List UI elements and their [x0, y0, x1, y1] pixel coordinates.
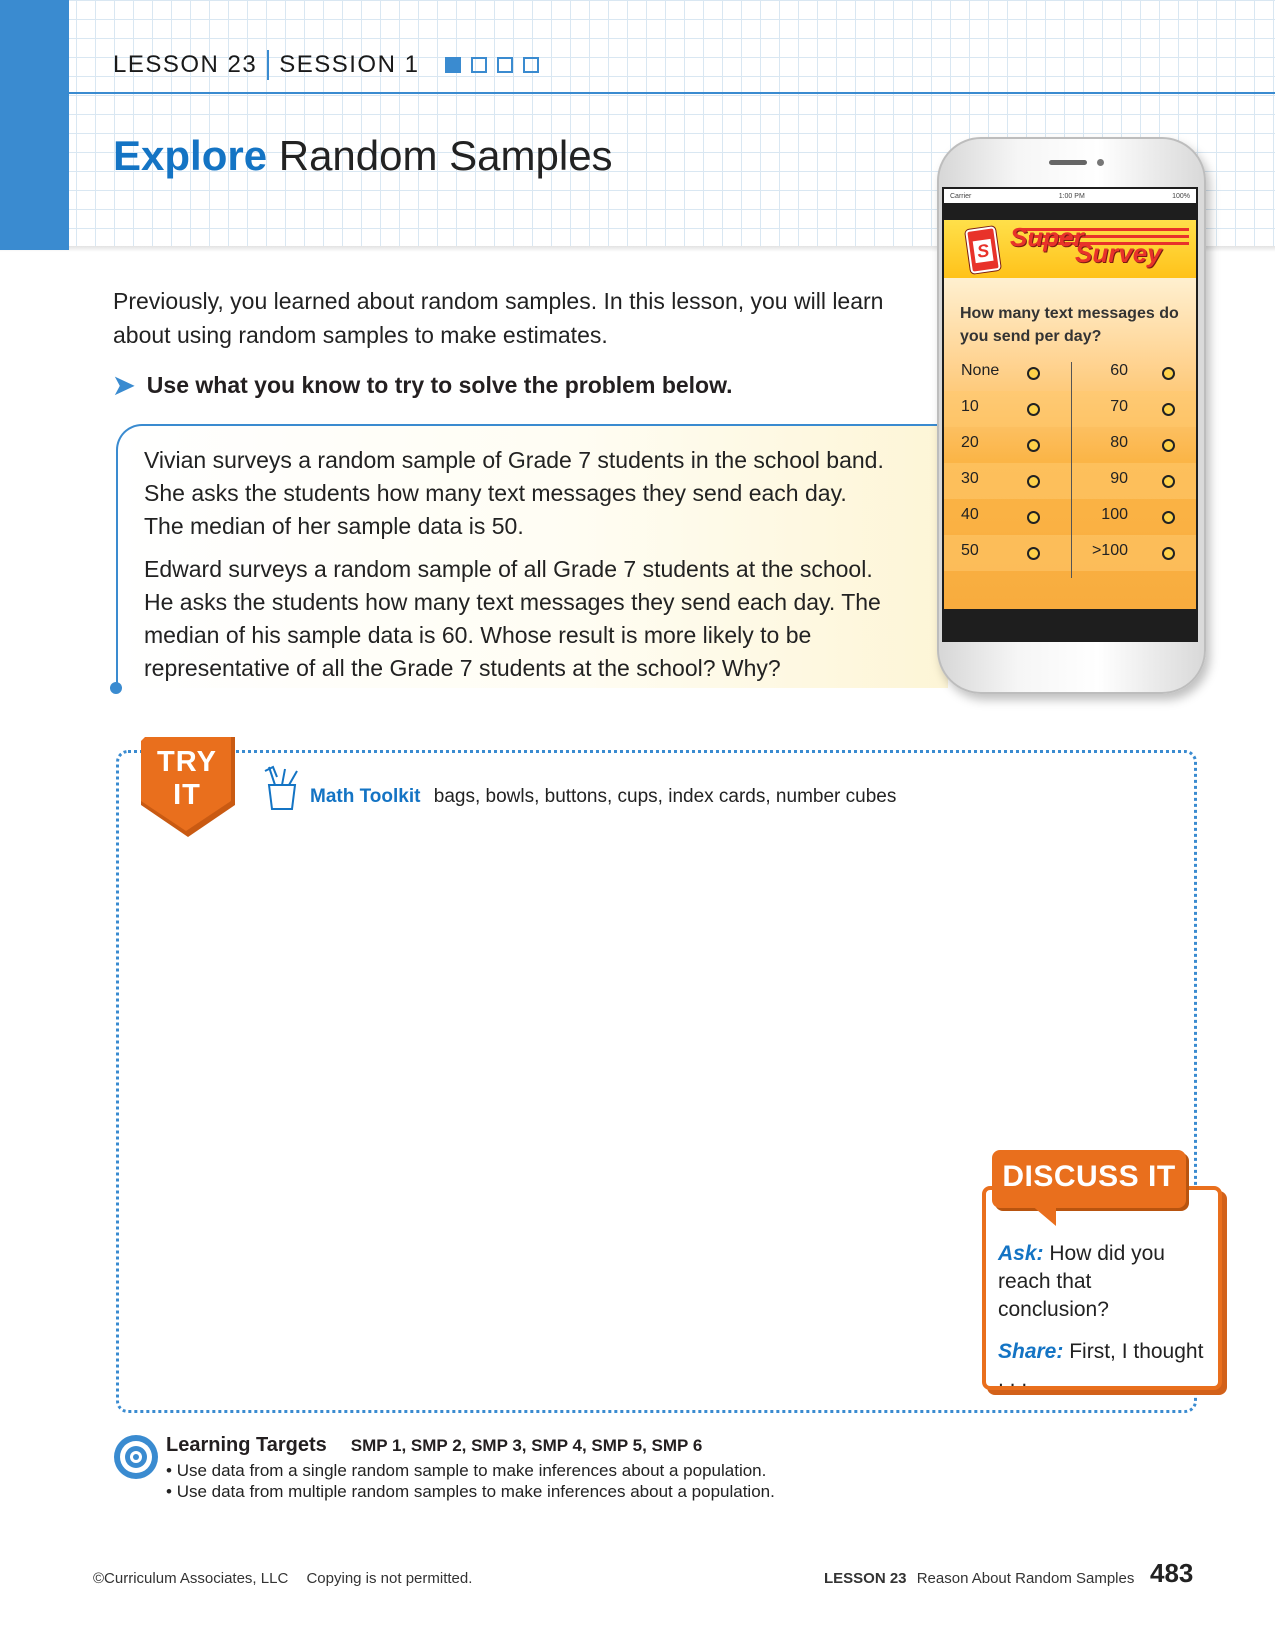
survey-option-label: 40 [961, 506, 979, 523]
survey-option-label: 80 [1110, 434, 1128, 451]
try-it-line-1: TRY [157, 746, 217, 778]
radio-option-icon [1027, 439, 1040, 452]
learning-targets-heading: Learning Targets SMP 1, SMP 2, SMP 3, SM… [166, 1434, 702, 1457]
session-square-3 [497, 57, 514, 73]
footer-lesson-title: Reason About Random Samples [916, 1570, 1135, 1587]
survey-row [944, 463, 1196, 499]
discuss-ask: Ask: How did you reach that conclusion? [998, 1240, 1208, 1324]
radio-option-icon [1162, 367, 1175, 380]
intro-paragraph: Previously, you learned about random sam… [113, 288, 884, 348]
radio-option-icon [1027, 403, 1040, 416]
survey-option-label: 100 [1101, 506, 1128, 523]
survey-option-label: 60 [1110, 362, 1128, 379]
radio-option-icon [1027, 367, 1040, 380]
list-item: Use data from multiple random samples to… [166, 1481, 775, 1502]
header-rule [69, 92, 1275, 94]
survey-question: How many text messages do you send per d… [960, 305, 1179, 345]
discuss-it-title: DISCUSS IT [1002, 1160, 1176, 1193]
app-name-super: Super [1010, 222, 1084, 252]
title-text: Random Samples [278, 132, 613, 179]
super-survey-logo-icon: S [965, 226, 1001, 274]
radio-option-icon [1027, 511, 1040, 524]
footer-notice: Copying is not permitted. [306, 1570, 473, 1587]
survey-row [944, 535, 1196, 571]
session-progress [445, 57, 540, 73]
target-icon [114, 1435, 158, 1479]
lesson-label: LESSON 23 [113, 51, 258, 78]
title-explore: Explore [113, 132, 268, 179]
instruction: ➤ Use what you know to try to solve the … [113, 370, 733, 401]
try-it-label: TRY IT [141, 746, 233, 812]
math-toolkit-items: bags, bowls, buttons, cups, index cards,… [433, 786, 897, 807]
session-square-2 [471, 57, 488, 73]
page-title: Explore Random Samples [113, 132, 613, 180]
header-separator [267, 50, 270, 80]
try-it-line-2: IT [173, 779, 201, 811]
share-label: Share: [998, 1340, 1064, 1363]
footer-lesson: LESSON 23 [824, 1570, 907, 1587]
ask-label: Ask: [998, 1242, 1044, 1265]
survey-option-label: 20 [961, 434, 979, 451]
status-battery: 100% [1172, 192, 1190, 200]
survey-row [944, 391, 1196, 427]
learning-targets-list: Use data from a single random sample to … [166, 1460, 775, 1502]
header-side-tab [0, 0, 69, 250]
footer-right: LESSON 23 Reason About Random Samples [824, 1570, 1134, 1587]
footer-copyright: ©Curriculum Associates, LLC [93, 1570, 289, 1587]
footer-left: ©Curriculum Associates, LLC Copying is n… [93, 1570, 486, 1587]
radio-option-icon [1162, 547, 1175, 560]
discuss-it-bubble-tail [1030, 1204, 1056, 1226]
survey-option-label: 50 [961, 542, 979, 559]
radio-option-icon [1027, 547, 1040, 560]
phone-speaker [1049, 160, 1087, 165]
phone-status-bar: Carrier 1:00 PM 100% [944, 189, 1196, 203]
discuss-share: Share: First, I thought . . . [998, 1338, 1208, 1394]
page-number: 483 [1150, 1558, 1194, 1588]
problem-paragraph-1: Vivian surveys a random sample of Grade … [144, 447, 884, 539]
radio-option-icon [1162, 403, 1175, 416]
phone-bottom-bar [944, 609, 1196, 640]
radio-option-icon [1162, 439, 1175, 452]
survey-divider [1071, 362, 1072, 578]
survey-option-label: 10 [961, 398, 979, 415]
arrow-right-icon: ➤ [113, 370, 135, 400]
learning-targets-title: Learning Targets [166, 1434, 327, 1456]
learning-targets-smp: SMP 1, SMP 2, SMP 3, SMP 4, SMP 5, SMP 6 [350, 1436, 703, 1455]
problem-text: Vivian surveys a random sample of Grade … [144, 444, 884, 695]
math-toolkit-label: Math Toolkit [310, 786, 421, 807]
instruction-text: Use what you know to try to solve the pr… [146, 372, 733, 398]
session-square-4 [523, 57, 540, 73]
math-toolkit: Math Toolkit bags, bowls, buttons, cups,… [310, 786, 896, 808]
list-item: Use data from a single random sample to … [166, 1460, 775, 1481]
session-label: SESSION 1 [279, 51, 420, 78]
survey-option-label: 90 [1110, 470, 1128, 487]
app-name-survey: Survey [1075, 238, 1162, 268]
status-time: 1:00 PM [1058, 192, 1085, 200]
lesson-session-line: LESSON 23 SESSION 1 [113, 50, 540, 80]
survey-row [944, 427, 1196, 463]
survey-option-label: >100 [1091, 542, 1128, 559]
status-carrier: Carrier [950, 192, 972, 200]
radio-option-icon [1162, 475, 1175, 488]
radio-option-icon [1027, 475, 1040, 488]
problem-paragraph-2: Edward surveys a random sample of all Gr… [144, 556, 881, 681]
survey-row [944, 499, 1196, 535]
survey-option-label: None [961, 362, 1000, 379]
session-square-1 [445, 57, 462, 73]
survey-option-label: 70 [1110, 398, 1128, 415]
problem-panel-dot [110, 682, 122, 694]
phone-camera [1097, 159, 1104, 166]
math-toolkit-icon [264, 765, 298, 810]
discuss-it-text: Ask: How did you reach that conclusion? … [998, 1240, 1208, 1408]
survey-option-label: 30 [961, 470, 979, 487]
radio-option-icon [1162, 511, 1175, 524]
